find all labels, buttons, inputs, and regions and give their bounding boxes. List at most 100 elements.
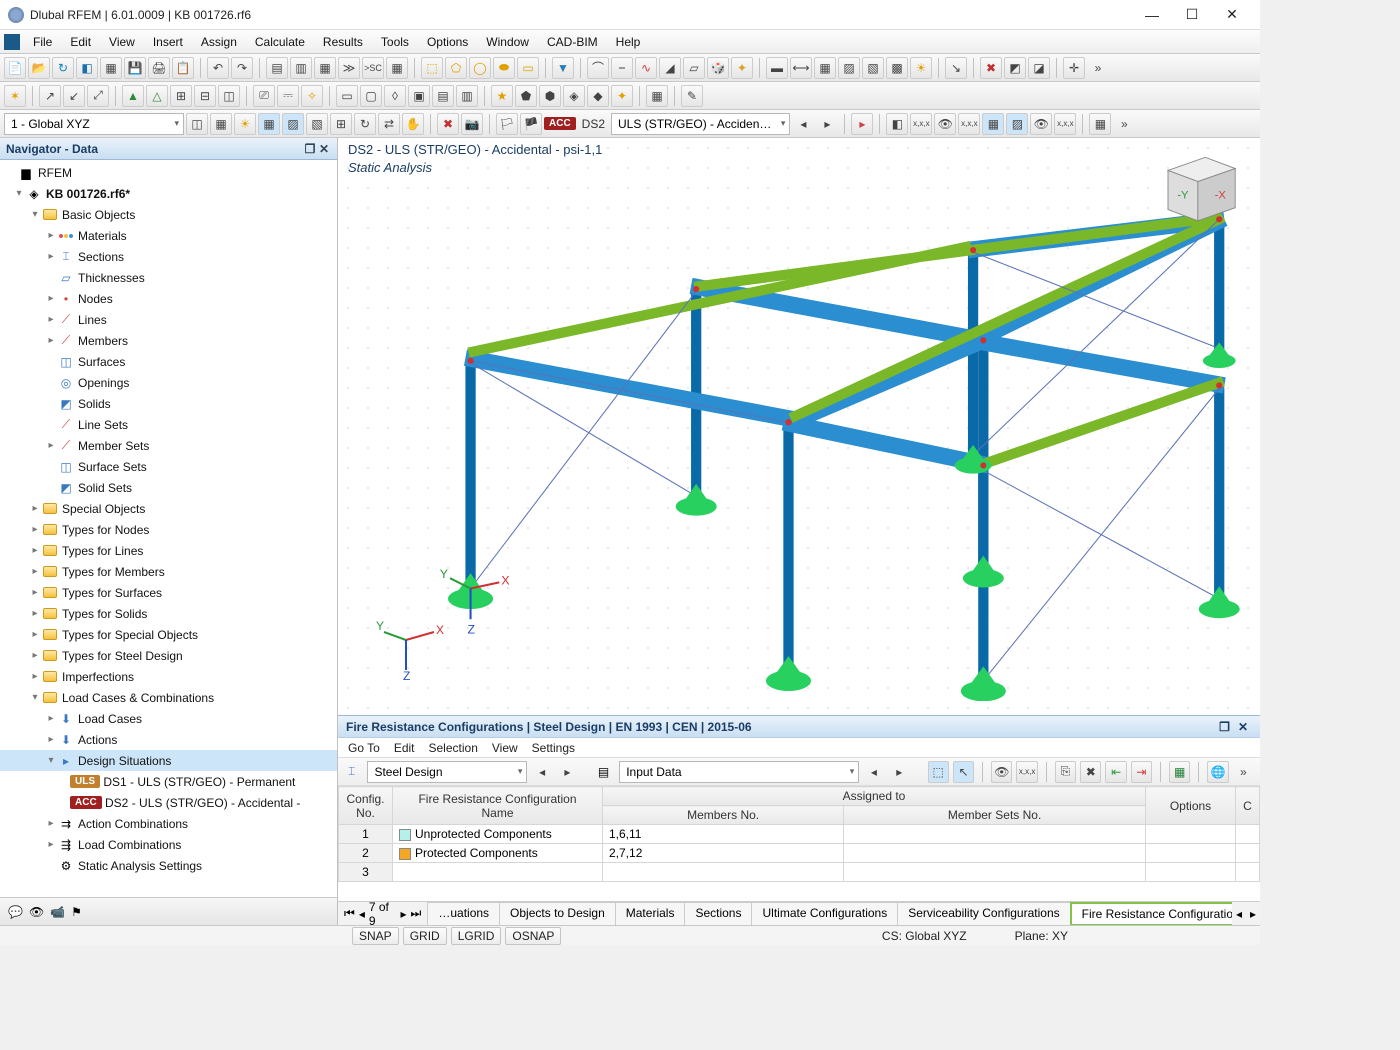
select-rect-icon[interactable]: ▭	[517, 57, 539, 79]
osnap-toggle[interactable]: OSNAP	[505, 927, 561, 945]
wall-icon[interactable]: ▬	[766, 57, 788, 79]
col-c[interactable]: C	[1236, 787, 1260, 825]
axis-icon[interactable]: ↘	[945, 57, 967, 79]
table2-icon[interactable]: ▥	[290, 57, 312, 79]
overflow-icon[interactable]: »	[1087, 57, 1109, 79]
cs7-icon[interactable]: ⊞	[330, 113, 352, 135]
p16-icon[interactable]: ▣	[408, 85, 430, 107]
tree-surfaces[interactable]: ▸◫Surfaces	[0, 351, 337, 372]
support-icon[interactable]: ⌒	[587, 57, 609, 79]
tree-solids[interactable]: ▸◩Solids	[0, 393, 337, 414]
table-row[interactable]: 2 Protected Components 2,7,12	[339, 844, 1260, 863]
load-icon[interactable]: ∿	[635, 57, 657, 79]
tree-solidsets[interactable]: ▸◩Solid Sets	[0, 477, 337, 498]
bottom-tab[interactable]: Materials	[615, 902, 686, 926]
cs5-icon[interactable]: ▨	[282, 113, 304, 135]
filter-icon[interactable]: ▼	[552, 57, 574, 79]
panel-restore-icon[interactable]: ❐	[1215, 720, 1234, 734]
menu-view[interactable]: View	[100, 32, 144, 52]
bp-copy-icon[interactable]: ⎘	[1055, 761, 1076, 783]
lgrid-toggle[interactable]: LGRID	[451, 927, 502, 945]
new-icon[interactable]: 📄	[4, 57, 26, 79]
bp-next2-icon[interactable]: ▸	[889, 761, 910, 783]
cs-delx-icon[interactable]: ✖	[437, 113, 459, 135]
cs-rot-icon[interactable]: ↻	[354, 113, 376, 135]
menu-results[interactable]: Results	[314, 32, 372, 52]
tree-load-cases-sub[interactable]: ▸⬇Load Cases	[0, 708, 337, 729]
table-row[interactable]: 1 Unprotected Components 1,6,11	[339, 825, 1260, 844]
tree-folder[interactable]: ▸Types for Special Objects	[0, 624, 337, 645]
r3-icon[interactable]: 👁	[934, 113, 956, 135]
nav-foot-eye-icon[interactable]: 👁	[29, 905, 44, 919]
coord-system-dropdown[interactable]: 1 - Global XYZ	[4, 113, 184, 135]
snap-toggle[interactable]: SNAP	[352, 927, 399, 945]
grid-toggle[interactable]: GRID	[403, 927, 447, 945]
cs3-icon[interactable]: ☀	[234, 113, 256, 135]
tree-design-situations[interactable]: ▾▸Design Situations	[0, 750, 337, 771]
palette-icon[interactable]: ▦	[646, 85, 668, 107]
model-icon[interactable]: ◧	[76, 57, 98, 79]
menu-assign[interactable]: Assign	[192, 32, 246, 52]
grid-icon[interactable]: ▦	[386, 57, 408, 79]
flag1-icon[interactable]: 🏳	[496, 113, 518, 135]
cs2-icon[interactable]: ▦	[210, 113, 232, 135]
p12-icon[interactable]: ✧	[301, 85, 323, 107]
ds-prev-icon[interactable]: ◂	[792, 113, 814, 135]
tree-nodes[interactable]: ▸•Nodes	[0, 288, 337, 309]
p9-icon[interactable]: ◫	[218, 85, 240, 107]
select-circle-icon[interactable]: ◯	[469, 57, 491, 79]
r9-icon[interactable]: ▦	[1089, 113, 1111, 135]
p8-icon[interactable]: ⊟	[194, 85, 216, 107]
table3-icon[interactable]: ▦	[314, 57, 336, 79]
tree-ds2[interactable]: ACC DS2 - ULS (STR/GEO) - Accidental -	[0, 792, 337, 813]
tree-ds1[interactable]: ULS DS1 - ULS (STR/GEO) - Permanent	[0, 771, 337, 792]
p18-icon[interactable]: ▥	[456, 85, 478, 107]
p7-icon[interactable]: ⊞	[170, 85, 192, 107]
save-icon[interactable]: 💾	[124, 57, 146, 79]
tree-load-comb[interactable]: ▸⇶Load Combinations	[0, 834, 337, 855]
tree-folder[interactable]: ▸Types for Nodes	[0, 519, 337, 540]
tree-basic-objects[interactable]: ▾Basic Objects	[0, 204, 337, 225]
sun-icon[interactable]: ☀	[910, 57, 932, 79]
surface-icon[interactable]: ▱	[683, 57, 705, 79]
bp-in-icon[interactable]: ⇤	[1105, 761, 1126, 783]
p22-icon[interactable]: ◈	[563, 85, 585, 107]
cs-icon[interactable]: ✛	[1063, 57, 1085, 79]
p24-icon[interactable]: ✦	[611, 85, 633, 107]
nav-foot1-icon[interactable]: 💬	[8, 905, 23, 919]
cube2-icon[interactable]: ◪	[1028, 57, 1050, 79]
tree-folder[interactable]: ▸Types for Lines	[0, 540, 337, 561]
menu-calculate[interactable]: Calculate	[246, 32, 314, 52]
cs-link-icon[interactable]: ⇄	[378, 113, 400, 135]
ds-next-icon[interactable]: ▸	[816, 113, 838, 135]
cs1-icon[interactable]: ◫	[186, 113, 208, 135]
bottom-tab[interactable]: Ultimate Configurations	[751, 902, 898, 926]
pg-first-icon[interactable]: ⏮	[344, 906, 355, 921]
tree-openings[interactable]: ▸◎Openings	[0, 372, 337, 393]
menu-help[interactable]: Help	[607, 32, 650, 52]
bp-next-icon[interactable]: ▸	[557, 761, 578, 783]
col-sets-no[interactable]: Member Sets No.	[844, 806, 1146, 825]
r6-icon[interactable]: ▨	[1006, 113, 1028, 135]
tree-linesets[interactable]: ▸⟋Line Sets	[0, 414, 337, 435]
tree-members[interactable]: ▸⟋Members	[0, 330, 337, 351]
bottom-tab[interactable]: Sections	[684, 902, 752, 926]
bp-edit[interactable]: Edit	[394, 741, 415, 755]
table-icon[interactable]: ▤	[266, 57, 288, 79]
r5-icon[interactable]: ▦	[982, 113, 1004, 135]
col-config-name[interactable]: Fire Resistance ConfigurationName	[393, 787, 603, 825]
block-icon[interactable]: ▦	[100, 57, 122, 79]
tree-folder[interactable]: ▸Types for Surfaces	[0, 582, 337, 603]
tabs-scroll-left-icon[interactable]: ◂	[1232, 907, 1246, 921]
cs-cam-icon[interactable]: 📷	[461, 113, 483, 135]
menu-window[interactable]: Window	[477, 32, 538, 52]
bottom-tab[interactable]: Objects to Design	[499, 902, 616, 926]
bp-goto[interactable]: Go To	[348, 741, 380, 755]
tree-file[interactable]: ▾◈KB 001726.rf6*	[0, 183, 337, 204]
tree-action-comb[interactable]: ▸⇉Action Combinations	[0, 813, 337, 834]
open-icon[interactable]: 📂	[28, 57, 50, 79]
print-icon[interactable]: 🖨	[148, 57, 170, 79]
tree-folder[interactable]: ▸Types for Solids	[0, 603, 337, 624]
pg-last-icon[interactable]: ⏭	[411, 906, 422, 921]
p15-icon[interactable]: ◊	[384, 85, 406, 107]
